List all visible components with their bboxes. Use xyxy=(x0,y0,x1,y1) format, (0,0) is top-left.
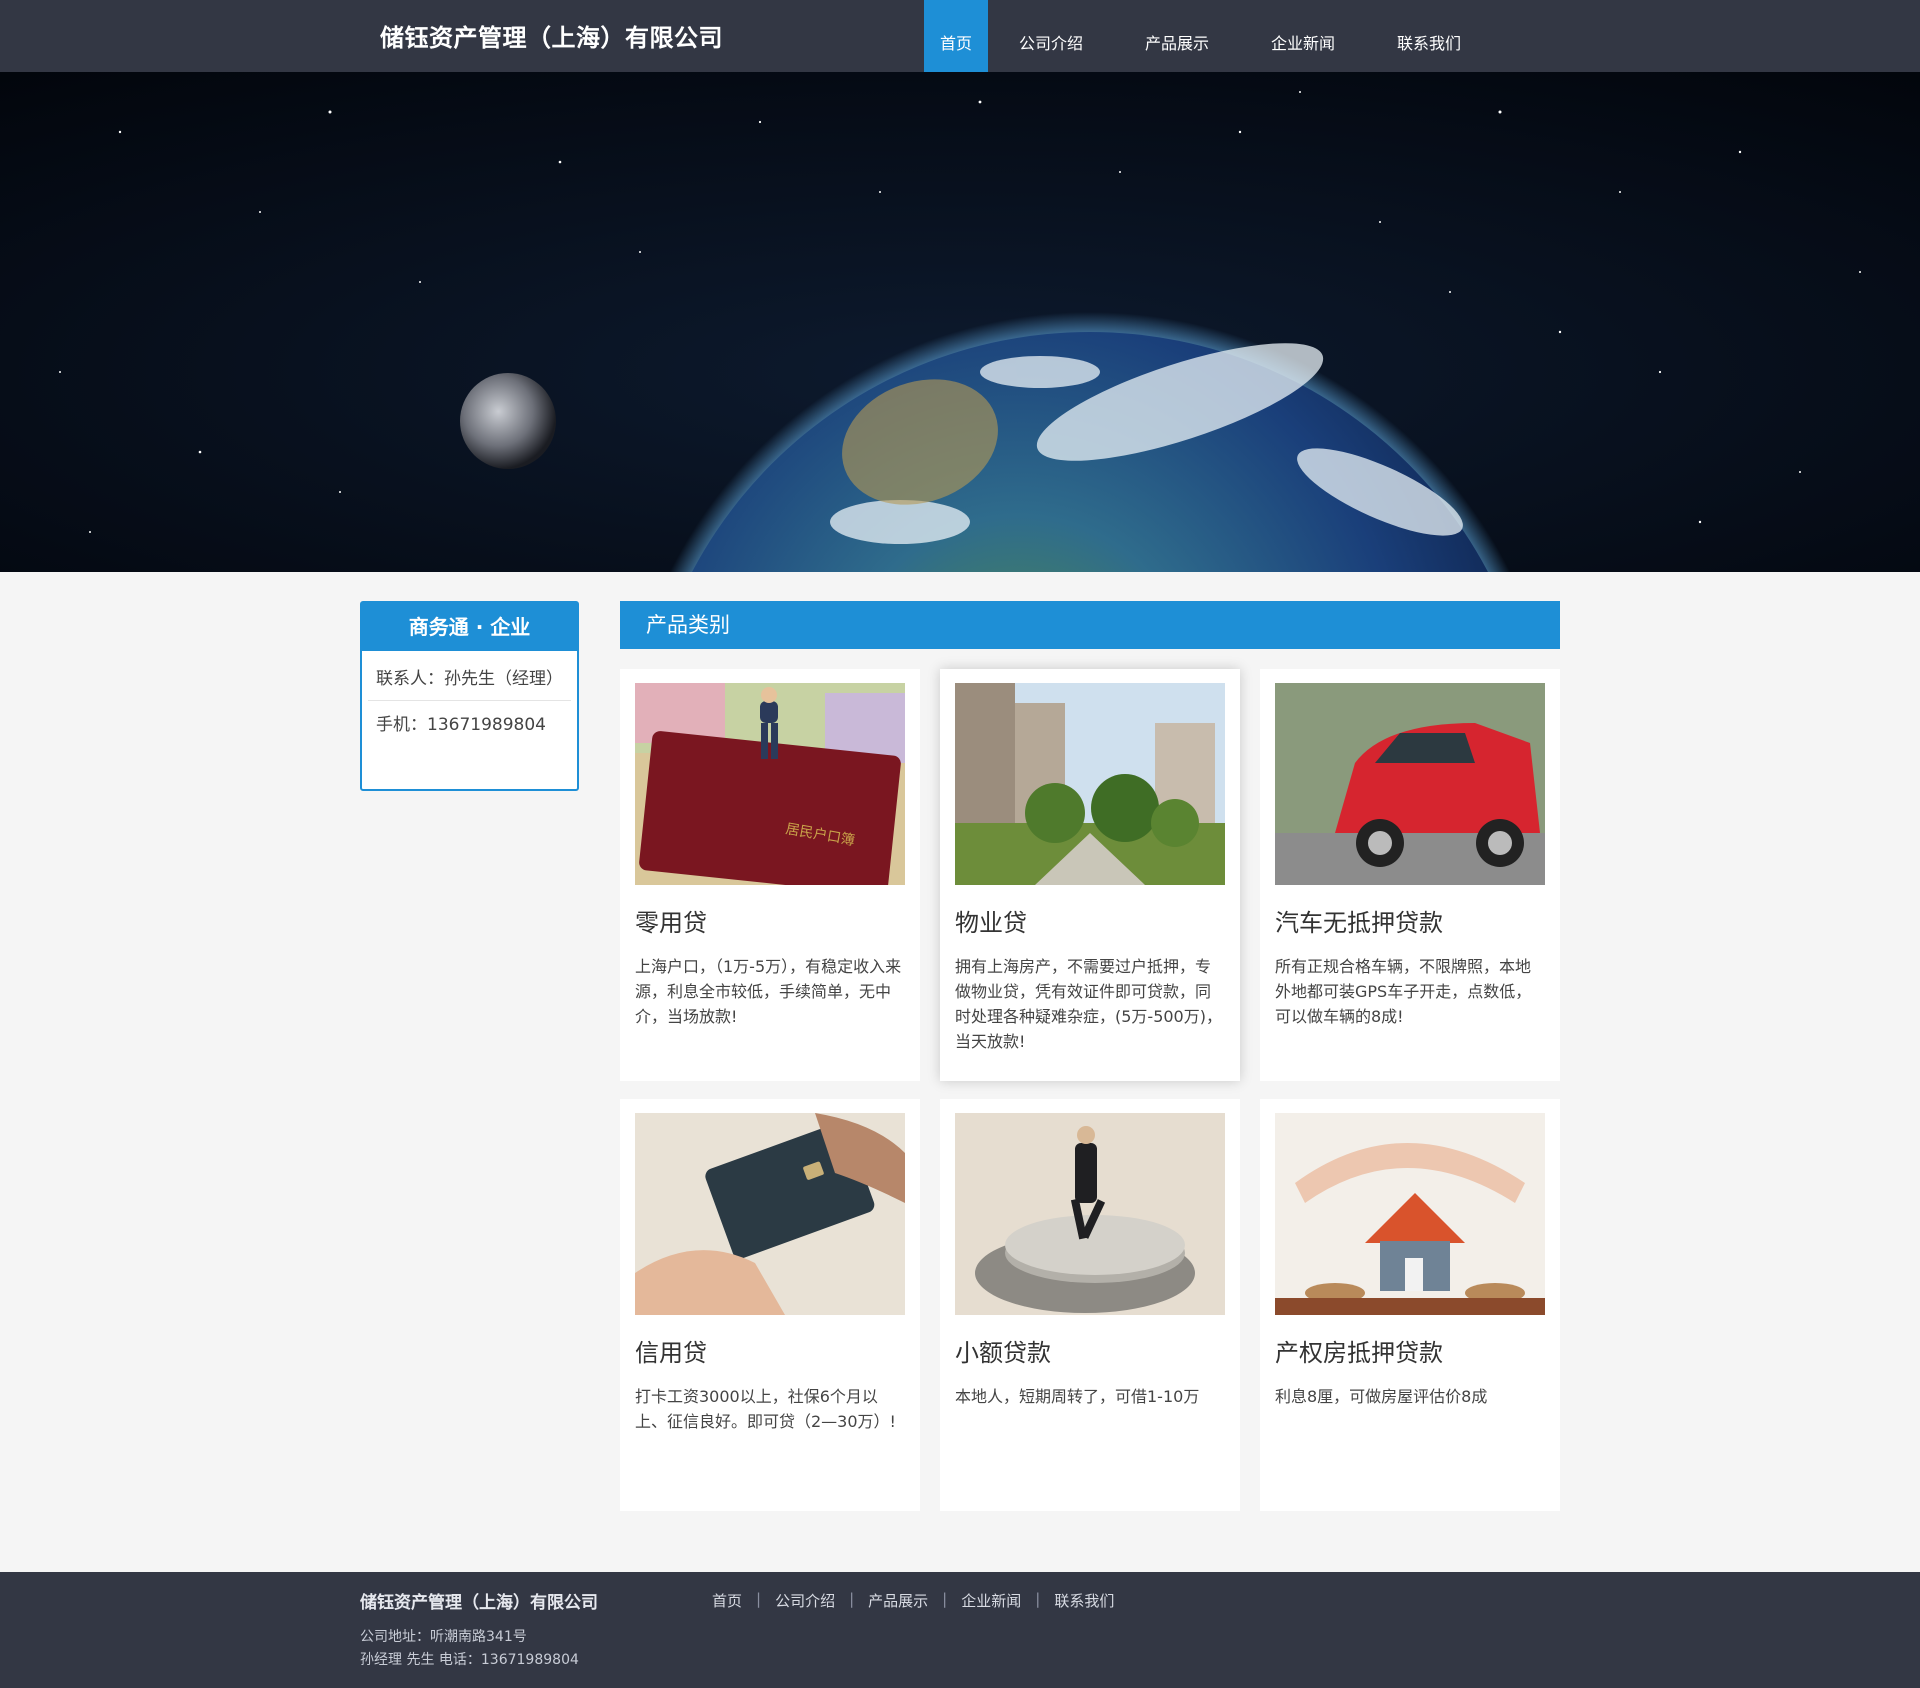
footer-contact: 孙经理 先生 电话：13671989804 xyxy=(360,1652,579,1668)
product-desc: 利息8厘，可做房屋评估价8成 xyxy=(1275,1387,1488,1406)
product-title[interactable]: 汽车无抵押贷款 xyxy=(1275,903,1545,938)
product-title[interactable]: 产权房抵押贷款 xyxy=(1275,1333,1545,1368)
product-card[interactable]: 汽车无抵押贷款 所有正规合格车辆，不限牌照，本地外地都可装GPS车子开走，点数低… xyxy=(1260,669,1560,1081)
credit-card-photo[interactable] xyxy=(635,1113,905,1315)
nav-home[interactable]: 首页 xyxy=(924,0,988,72)
product-desc: 所有正规合格车辆，不限牌照，本地外地都可装GPS车子开走，点数低，可以做车辆的8… xyxy=(1275,957,1532,1026)
nav-about[interactable]: 公司介绍 xyxy=(988,0,1114,72)
product-card[interactable]: 产权房抵押贷款 利息8厘，可做房屋评估价8成 xyxy=(1260,1099,1560,1511)
footer-company: 储钰资产管理（上海）有限公司 xyxy=(360,1593,598,1613)
contact-person: 联系人：孙先生（经理） xyxy=(368,655,571,701)
main-nav: 首页 公司介绍 产品展示 企业新闻 联系我们 xyxy=(924,0,1492,72)
footer-link-products[interactable]: 产品展示 xyxy=(868,1590,928,1611)
nav-news[interactable]: 企业新闻 xyxy=(1240,0,1366,72)
product-title[interactable]: 信用贷 xyxy=(635,1333,905,1368)
footer-address-block: 公司地址：听潮南路341号 孙经理 先生 电话：13671989804 xyxy=(360,1626,579,1672)
footer-divider: | xyxy=(942,1590,948,1608)
product-desc: 本地人，短期周转了，可借1-10万 xyxy=(955,1387,1200,1406)
earth-space-illustration xyxy=(0,72,1920,572)
site-header: 储钰资产管理（上海）有限公司 首页 公司介绍 产品展示 企业新闻 联系我们 xyxy=(0,0,1920,72)
product-title[interactable]: 小额贷款 xyxy=(955,1333,1225,1368)
footer-divider: | xyxy=(849,1590,855,1608)
sidebar-title: 商务通 · 企业 xyxy=(362,603,577,651)
footer-link-about[interactable]: 公司介绍 xyxy=(775,1590,835,1611)
product-card[interactable]: 信用贷 打卡工资3000以上，社保6个月以上、征信良好。即可贷（2—30万）! xyxy=(620,1099,920,1511)
footer-link-news[interactable]: 企业新闻 xyxy=(961,1590,1021,1611)
product-title[interactable]: 物业贷 xyxy=(955,903,1225,938)
footer-divider: | xyxy=(1035,1590,1041,1608)
hero-banner xyxy=(0,72,1920,572)
nav-products[interactable]: 产品展示 xyxy=(1114,0,1240,72)
footer-nav: 首页 | 公司介绍 | 产品展示 | 企业新闻 | 联系我们 xyxy=(712,1590,1114,1611)
product-card[interactable]: 居民户口簿 零用贷 上海户口，（1万-5万），有稳定收入来源，利息全市较低，手续… xyxy=(620,669,920,1081)
nav-contact[interactable]: 联系我们 xyxy=(1366,0,1492,72)
footer-link-home[interactable]: 首页 xyxy=(712,1590,742,1611)
product-card[interactable]: 小额贷款 本地人，短期周转了，可借1-10万 xyxy=(940,1099,1240,1511)
house-in-hands-photo[interactable] xyxy=(1275,1113,1545,1315)
footer-divider: | xyxy=(756,1590,762,1608)
footer-link-contact[interactable]: 联系我们 xyxy=(1054,1590,1114,1611)
product-card[interactable]: 物业贷 拥有上海房产，不需要过户抵押，专做物业贷，凭有效证件即可贷款，同时处理各… xyxy=(940,669,1240,1081)
product-category-header: 产品类别 xyxy=(620,601,1560,649)
main-content: 商务通 · 企业 联系人：孙先生（经理） 手机：13671989804 产品类别… xyxy=(0,572,1920,1572)
product-title[interactable]: 零用贷 xyxy=(635,903,905,938)
contact-phone: 手机：13671989804 xyxy=(376,715,546,735)
residential-buildings-photo[interactable] xyxy=(955,683,1225,885)
company-logo-text[interactable]: 储钰资产管理（上海）有限公司 xyxy=(380,0,723,72)
moon xyxy=(460,373,556,469)
product-desc: 上海户口，（1万-5万），有稳定收入来源，利息全市较低，手续简单，无中介，当场放… xyxy=(635,957,902,1026)
red-car-photo[interactable] xyxy=(1275,683,1545,885)
household-register-photo[interactable]: 居民户口簿 xyxy=(635,683,905,885)
contact-sidebar: 商务通 · 企业 联系人：孙先生（经理） 手机：13671989804 xyxy=(360,601,579,791)
footer-address: 公司地址：听潮南路341号 xyxy=(360,1629,527,1645)
site-footer: 储钰资产管理（上海）有限公司 首页 | 公司介绍 | 产品展示 | 企业新闻 |… xyxy=(0,1572,1920,1688)
product-desc: 打卡工资3000以上，社保6个月以上、征信良好。即可贷（2—30万）! xyxy=(635,1387,896,1431)
product-desc: 拥有上海房产，不需要过户抵押，专做物业贷，凭有效证件即可贷款，同时处理各种疑难杂… xyxy=(955,957,1222,1051)
coins-figure-photo[interactable] xyxy=(955,1113,1225,1315)
